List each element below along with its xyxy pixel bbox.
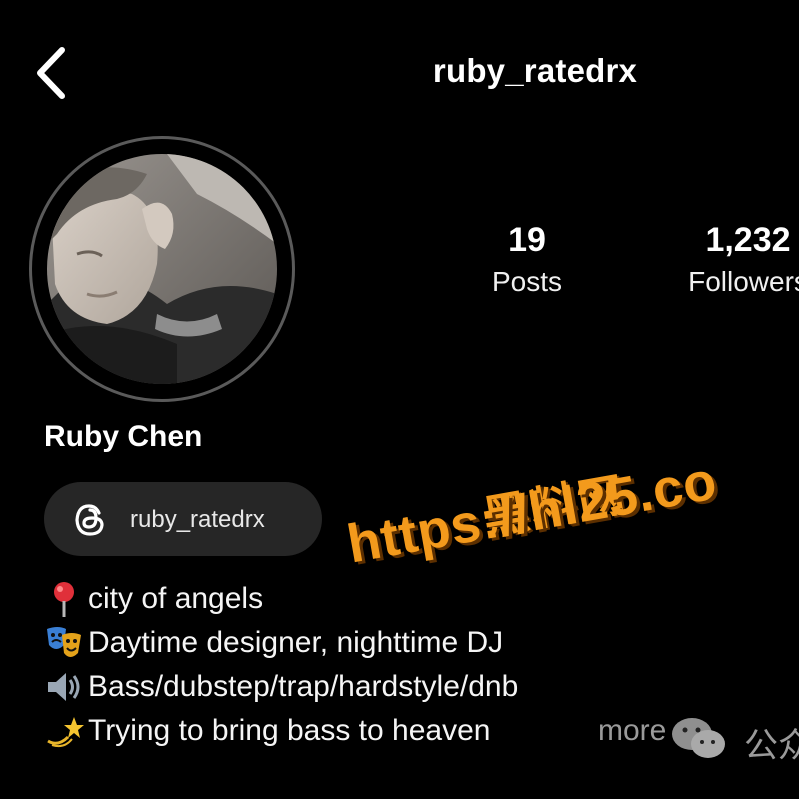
bio-text: Bass/dubstep/trap/hardstyle/dnb — [88, 670, 519, 704]
bio-text: city of angels — [88, 582, 264, 616]
avatar[interactable] — [47, 154, 277, 384]
wechat-icon — [668, 712, 730, 764]
watermark-url-text: https://hl25.co — [342, 450, 722, 575]
pin-emoji-icon — [44, 579, 88, 619]
theater-masks-icon — [44, 623, 88, 663]
bio-line-job: Daytime designer, nighttime DJ — [44, 622, 503, 663]
bio-more-link[interactable]: more — [598, 711, 666, 751]
threads-icon — [70, 500, 110, 540]
followers-count: 1,232 — [705, 221, 791, 259]
bio-line-location: city of angels — [44, 578, 263, 619]
back-button[interactable] — [26, 42, 82, 104]
bio-line-mission: Trying to bring bass to heaven — [44, 710, 490, 751]
speaker-icon — [44, 667, 88, 707]
profile-username-title: ruby_ratedrx — [432, 52, 638, 89]
bio-line-genres: Bass/dubstep/trap/hardstyle/dnb — [44, 666, 518, 707]
dizzy-icon — [44, 711, 88, 751]
followers-label: Followers — [688, 266, 799, 297]
bio-text: Daytime designer, nighttime DJ — [88, 626, 504, 660]
bio-text: Trying to bring bass to heaven — [88, 714, 491, 748]
posts-label: Posts — [491, 266, 563, 297]
chevron-left-icon — [37, 47, 65, 99]
display-name: Ruby Chen — [44, 420, 203, 453]
wechat-account-text: 公众 — [744, 727, 799, 765]
posts-stat[interactable]: 19 Posts — [460, 220, 594, 300]
followers-stat[interactable]: 1,232 Followers — [668, 220, 799, 300]
posts-count: 19 — [508, 221, 546, 259]
threads-handle: ruby_ratedrx — [130, 506, 265, 533]
